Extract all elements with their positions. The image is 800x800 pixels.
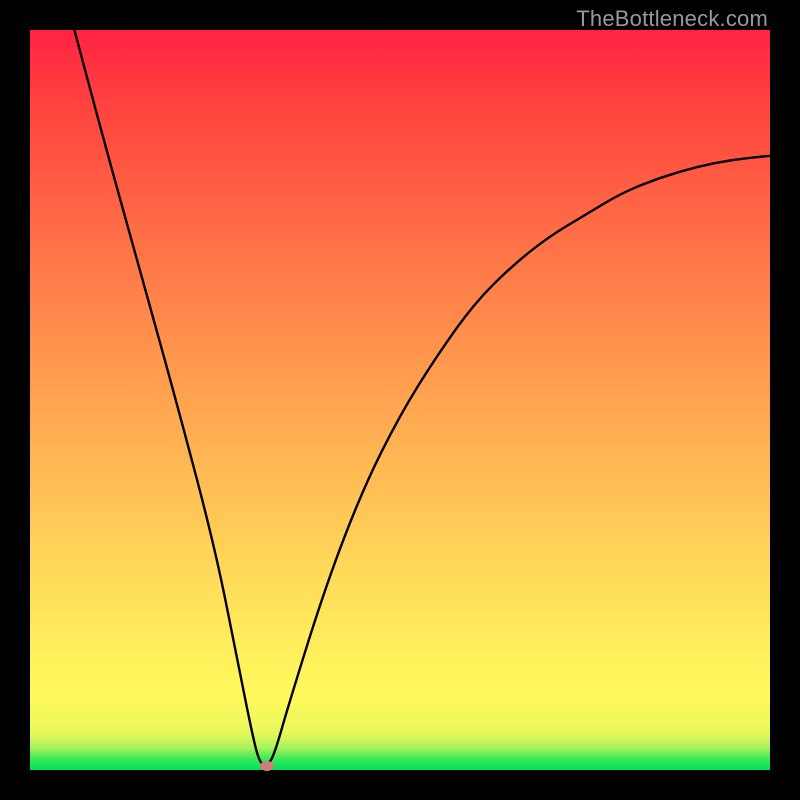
plot-area	[30, 30, 770, 770]
bottleneck-minimum-marker	[260, 761, 274, 771]
bottleneck-curve	[30, 30, 770, 770]
chart-frame: TheBottleneck.com	[0, 0, 800, 800]
watermark-text: TheBottleneck.com	[576, 6, 768, 32]
